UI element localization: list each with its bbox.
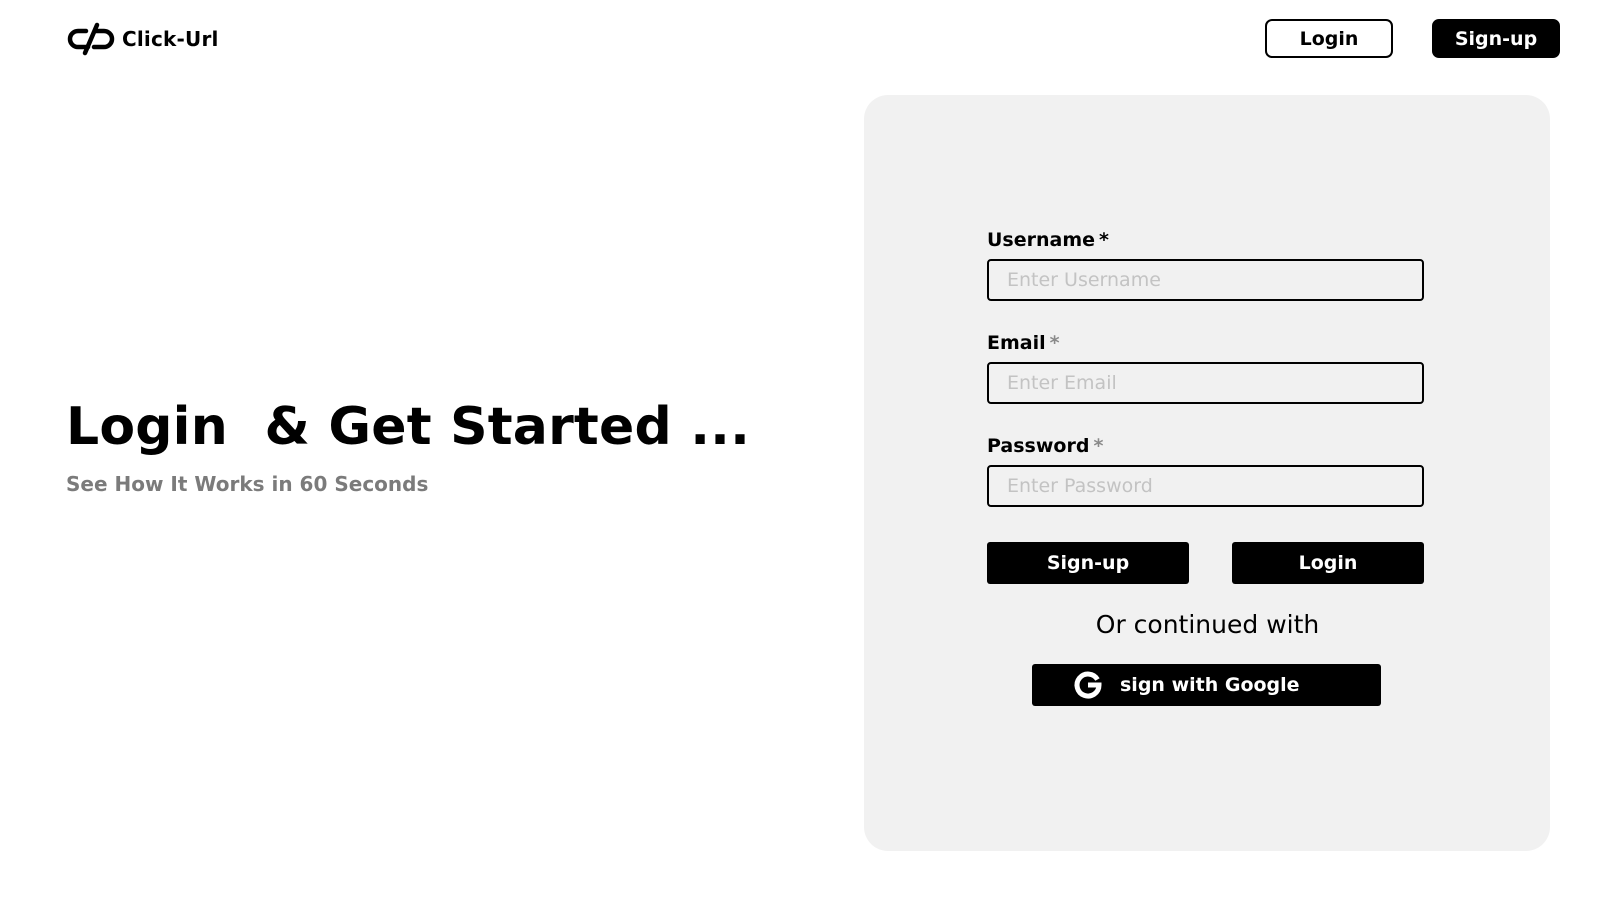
google-signin-label: sign with Google [1120,674,1300,696]
alt-login-divider-text: Or continued with [1095,610,1320,639]
form-signup-button[interactable]: Sign-up [987,542,1189,584]
hero-subtitle: See How It Works in 60 Seconds [66,472,429,496]
email-required-mark: * [1049,332,1060,354]
form-actions: Sign-up Login [987,542,1424,584]
header-signup-button[interactable]: Sign-up [1432,19,1560,58]
brand-logo[interactable]: Click-Url [66,22,219,56]
auth-form: Username* Email* Password* Sign-up Login… [987,226,1424,706]
hero-title: Login & Get Started ... [66,397,751,457]
username-field-group: Username * [987,226,1424,301]
form-login-button[interactable]: Login [1232,542,1424,584]
username-input[interactable] [987,259,1424,301]
hero-section: Login & Get Started ... See How It Works… [66,396,750,496]
password-label-text: Password [987,435,1090,457]
email-label-text: Email [987,332,1046,354]
email-input[interactable] [987,362,1424,404]
google-icon [1074,671,1102,699]
username-label: Username * [987,226,1424,254]
header-login-button[interactable]: Login [1265,19,1393,58]
password-label: Password * [987,432,1424,460]
link-break-icon [67,22,115,56]
top-navbar: Click-Url Login Sign-up [0,0,1600,80]
username-label-text: Username [987,229,1096,251]
google-signin-button[interactable]: sign with Google [1032,664,1381,706]
email-label: Email * [987,329,1424,357]
password-input[interactable] [987,465,1424,507]
username-required-mark: * [1099,229,1109,251]
password-field-group: Password * [987,432,1424,507]
password-required-mark: * [1093,435,1104,457]
email-field-group: Email * [987,329,1424,404]
brand-name: Click-Url [122,27,219,51]
